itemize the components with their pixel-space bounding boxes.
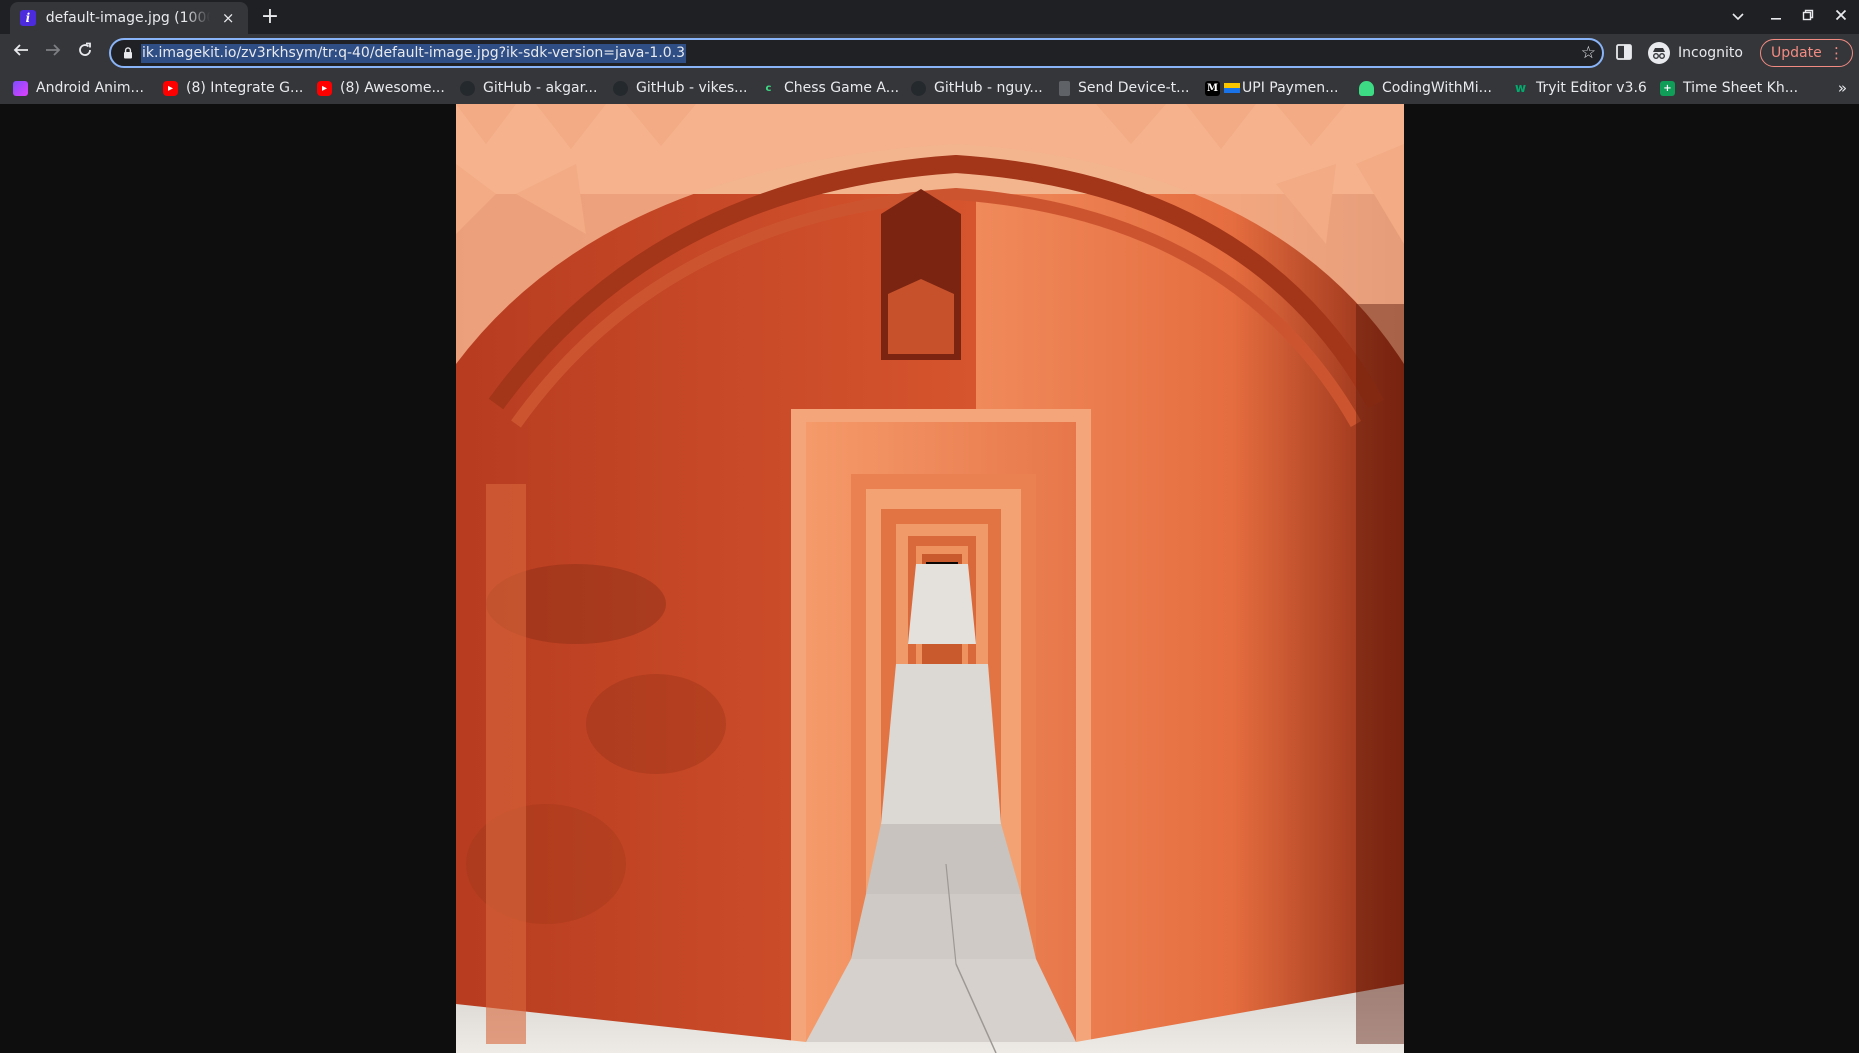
corridor-photo — [456, 104, 1404, 1053]
bookmark-label: GitHub - nguy... — [934, 80, 1043, 96]
sheets-icon: + — [1660, 80, 1675, 96]
update-button[interactable]: Update ⋮ — [1760, 39, 1853, 67]
restore-icon — [1802, 9, 1814, 21]
back-button[interactable] — [9, 41, 33, 65]
bookmark-label: Chess Game A... — [784, 80, 900, 96]
chess-icon: c — [765, 82, 772, 94]
update-label: Update — [1771, 45, 1822, 61]
incognito-icon — [1648, 42, 1670, 64]
forward-button[interactable] — [41, 41, 65, 65]
toolbar: ik.imagekit.io/zv3rkhsym/tr:q-40/default… — [0, 34, 1859, 72]
lock-icon[interactable] — [121, 46, 135, 60]
bookmark-label: (8) Awesome... — [340, 80, 445, 96]
imagekit-favicon-icon: i — [20, 10, 36, 26]
incognito-indicator[interactable]: Incognito — [1645, 39, 1750, 67]
bookmark-label: UPI Paymen... — [1242, 80, 1339, 96]
bookmark-item[interactable]: ▸ (8) Awesome... — [317, 77, 445, 99]
bookmark-label: Time Sheet Kh... — [1683, 80, 1799, 96]
android-anim-icon — [13, 80, 28, 96]
bookmark-item[interactable]: Android Anim... — [13, 77, 144, 99]
tab-strip: i default-image.jpg (1000×1000) × + — [0, 0, 1859, 34]
bookmark-label: CodingWithMi... — [1382, 80, 1492, 96]
youtube-icon: ▸ — [163, 80, 178, 96]
bookmark-item[interactable]: + Time Sheet Kh... — [1660, 77, 1798, 99]
bookmark-item[interactable]: ▸ (8) Integrate G... — [163, 77, 303, 99]
github-icon — [613, 80, 628, 96]
bookmark-label: GitHub - akgar... — [483, 80, 598, 96]
android-icon — [1359, 80, 1374, 96]
close-icon — [1835, 9, 1847, 21]
github-icon — [460, 80, 475, 96]
side-panel-icon[interactable] — [1615, 43, 1633, 61]
browser-window: i default-image.jpg (1000×1000) × + — [0, 0, 1859, 1053]
w3schools-icon: w — [1514, 80, 1527, 95]
arrow-right-icon — [46, 44, 61, 56]
card-emoji-icon — [1224, 83, 1240, 93]
medium-icon: M — [1205, 80, 1220, 96]
bookmark-item[interactable]: GitHub - akgar... — [460, 77, 597, 99]
bookmark-item[interactable]: M UPI Paymen... — [1205, 77, 1338, 99]
bookmark-star-icon[interactable]: ☆ — [1581, 43, 1596, 63]
bookmarks-bar: Android Anim... ▸ (8) Integrate G... ▸ (… — [0, 72, 1859, 104]
bookmark-label: Send Device-t... — [1078, 80, 1190, 96]
new-tab-button[interactable]: + — [258, 6, 282, 30]
bookmark-item[interactable]: CodingWithMi... — [1359, 77, 1492, 99]
bookmark-label: (8) Integrate G... — [186, 80, 304, 96]
reload-button[interactable] — [73, 41, 97, 65]
bookmark-label: GitHub - vikes... — [636, 80, 748, 96]
image-viewer — [0, 104, 1859, 1053]
address-bar[interactable]: ik.imagekit.io/zv3rkhsym/tr:q-40/default… — [109, 38, 1604, 68]
chevron-down-icon — [1732, 13, 1744, 21]
youtube-icon: ▸ — [317, 80, 332, 96]
bookmark-item[interactable]: GitHub - vikes... — [613, 77, 748, 99]
bookmark-label: Android Anim... — [36, 80, 144, 96]
window-close-button[interactable] — [1829, 6, 1853, 28]
tab-title: default-image.jpg (1000×1000) — [45, 10, 211, 26]
bookmarks-overflow-icon[interactable]: » — [1838, 79, 1847, 97]
tab-close-icon[interactable]: × — [218, 8, 238, 28]
arrow-left-icon — [13, 44, 28, 56]
reload-icon — [79, 42, 91, 56]
bookmark-item[interactable]: Send Device-t... — [1059, 77, 1189, 99]
incognito-label: Incognito — [1678, 45, 1743, 61]
kebab-menu-icon[interactable]: ⋮ — [1829, 40, 1844, 66]
url-text[interactable]: ik.imagekit.io/zv3rkhsym/tr:q-40/default… — [141, 44, 687, 63]
tab-search-button[interactable] — [1726, 6, 1750, 28]
document-icon — [1059, 80, 1070, 96]
bookmark-item[interactable]: GitHub - nguy... — [911, 77, 1043, 99]
bookmark-item[interactable]: w Tryit Editor v3.6 — [1513, 77, 1647, 99]
github-icon — [911, 80, 926, 96]
minimize-button[interactable] — [1764, 6, 1788, 28]
tab-active[interactable]: i default-image.jpg (1000×1000) × — [10, 2, 248, 34]
restore-button[interactable] — [1796, 6, 1820, 28]
displayed-image[interactable] — [456, 104, 1404, 1053]
bookmark-item[interactable]: c Chess Game A... — [761, 77, 900, 99]
minimize-icon — [1771, 18, 1781, 20]
bookmark-label: Tryit Editor v3.6 — [1536, 80, 1647, 96]
